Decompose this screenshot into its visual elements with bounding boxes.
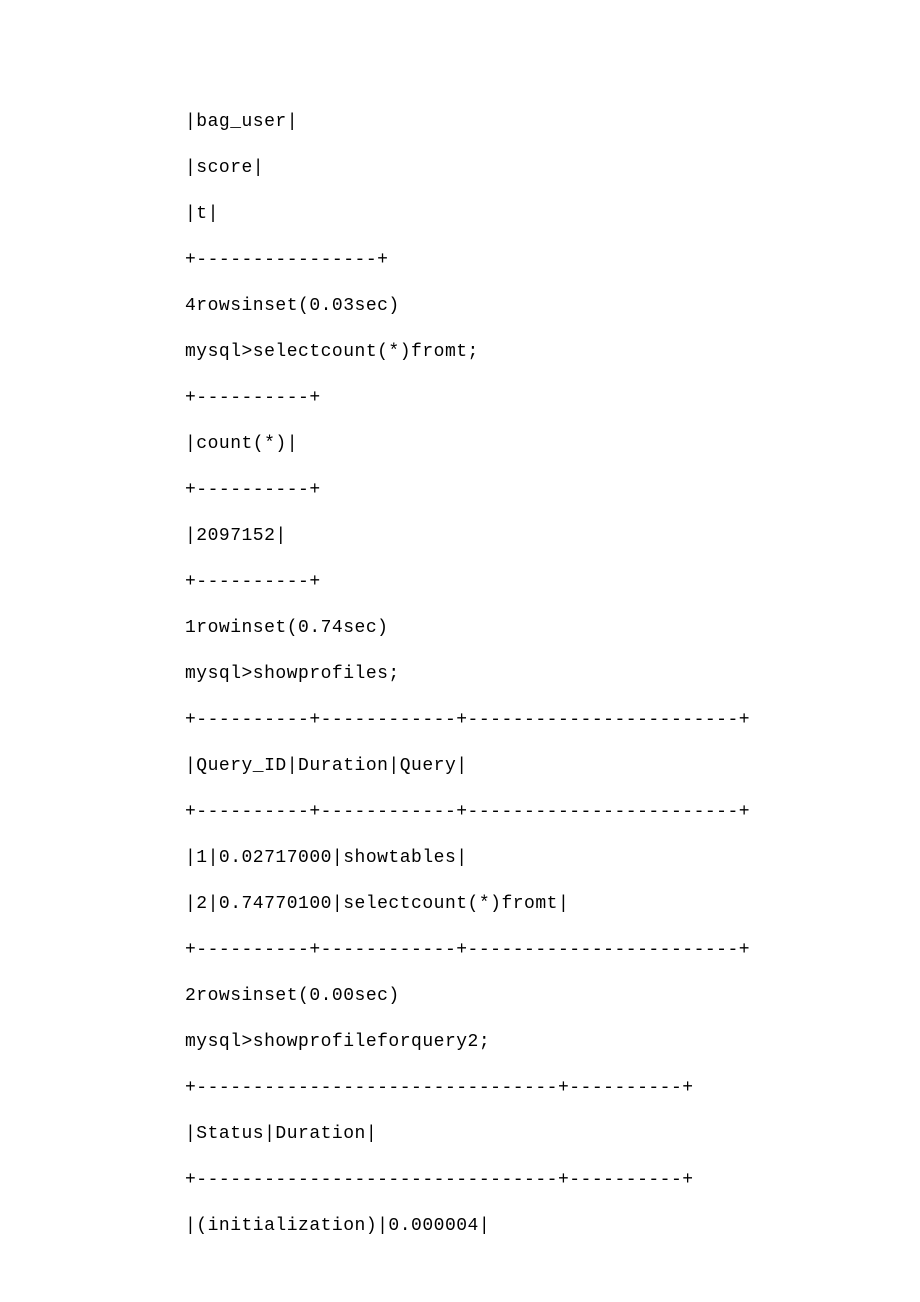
output-line: 1rowinset(0.74sec) (185, 618, 860, 638)
output-line: +----------+ (185, 572, 860, 592)
output-line: mysql>showprofileforquery2; (185, 1032, 860, 1052)
output-line: +----------+------------+---------------… (185, 710, 860, 730)
output-line: +--------------------------------+------… (185, 1170, 860, 1190)
output-line: |2097152| (185, 526, 860, 546)
output-line: |count(*)| (185, 434, 860, 454)
output-line: +----------+------------+---------------… (185, 940, 860, 960)
output-line: |Status|Duration| (185, 1124, 860, 1144)
output-line: |t| (185, 204, 860, 224)
output-line: |1|0.02717000|showtables| (185, 848, 860, 868)
output-line: 2rowsinset(0.00sec) (185, 986, 860, 1006)
output-line: mysql>showprofiles; (185, 664, 860, 684)
output-line: |score| (185, 158, 860, 178)
output-line: +----------------+ (185, 250, 860, 270)
output-line: |bag_user| (185, 112, 860, 132)
output-line: |Query_ID|Duration|Query| (185, 756, 860, 776)
output-line: +----------+ (185, 388, 860, 408)
output-line: 4rowsinset(0.03sec) (185, 296, 860, 316)
output-line: mysql>selectcount(*)fromt; (185, 342, 860, 362)
output-line: +----------+------------+---------------… (185, 802, 860, 822)
output-line: +--------------------------------+------… (185, 1078, 860, 1098)
output-line: |2|0.74770100|selectcount(*)fromt| (185, 894, 860, 914)
output-line: +----------+ (185, 480, 860, 500)
terminal-output: |bag_user| |score| |t| +----------------… (0, 0, 920, 1236)
output-line: |(initialization)|0.000004| (185, 1216, 860, 1236)
